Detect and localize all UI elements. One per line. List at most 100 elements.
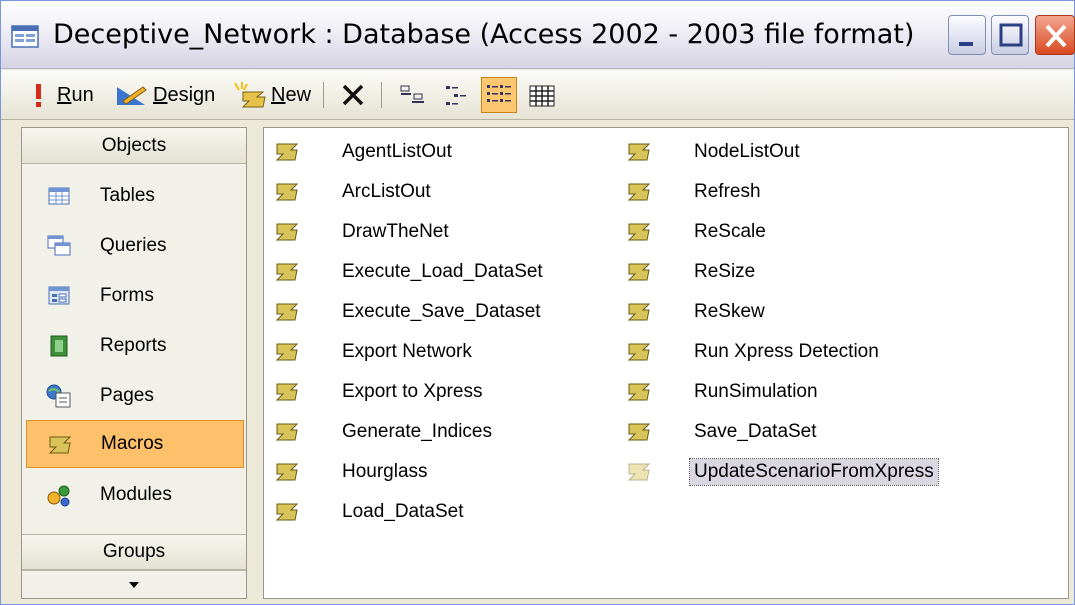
list-view-button[interactable] (481, 77, 517, 113)
macro-icon (628, 383, 650, 401)
macro-icon (628, 183, 650, 201)
delete-icon (342, 84, 364, 106)
list-item[interactable]: Load_DataSet (276, 494, 468, 530)
database-window-icon (11, 25, 39, 48)
objects-item-label: Modules (100, 484, 172, 505)
new-label-accel: N (271, 83, 286, 106)
large-icons-view-button[interactable] (395, 77, 431, 113)
form-icon (48, 286, 70, 305)
title-bar[interactable]: Deceptive_Network : Database (Access 200… (1, 1, 1075, 69)
macro-label: Generate_Indices (342, 421, 492, 442)
list-item[interactable]: ReSkew (628, 294, 769, 330)
design-label-accel: D (153, 83, 168, 106)
run-button[interactable]: Run (31, 70, 94, 120)
list-item[interactable]: ArcListOut (276, 174, 435, 210)
macro-icon (628, 143, 650, 161)
groups-header[interactable]: Groups (22, 534, 246, 570)
list-item[interactable]: Export Network (276, 334, 476, 370)
macro-label: Run Xpress Detection (694, 341, 879, 362)
macro-icon (276, 463, 298, 481)
objects-item-queries[interactable]: Queries (26, 222, 244, 270)
macro-icon (276, 263, 298, 281)
macro-label: AgentListOut (342, 141, 452, 162)
list-item-focused[interactable]: UpdateScenarioFromXpress (628, 454, 939, 490)
objects-item-label: Macros (101, 433, 164, 454)
design-button[interactable]: Design (115, 70, 215, 120)
query-icon (47, 235, 71, 256)
list-item[interactable]: RunSimulation (628, 374, 822, 410)
macro-list-pane: AgentListOut ArcListOut DrawTheNet Execu… (263, 127, 1069, 599)
groups-scroll-down[interactable] (22, 570, 246, 598)
objects-item-label: Queries (100, 235, 167, 256)
macro-label: NodeListOut (694, 141, 800, 162)
list-item[interactable]: Save_DataSet (628, 414, 821, 450)
macro-label: ReSize (694, 261, 756, 282)
macro-label: ReScale (694, 221, 766, 242)
small-icons-icon (446, 86, 466, 105)
macro-label: Refresh (694, 181, 761, 202)
objects-item-forms[interactable]: Forms (26, 272, 244, 320)
objects-item-reports[interactable]: Reports (26, 322, 244, 370)
list-item[interactable]: Generate_Indices (276, 414, 496, 450)
list-item[interactable]: NodeListOut (628, 134, 804, 170)
module-icon (47, 485, 70, 507)
macro-icon (276, 223, 298, 241)
macro-label: Execute_Load_DataSet (342, 261, 543, 282)
macro-icon (48, 436, 72, 454)
report-icon (50, 335, 68, 357)
design-label: esign (167, 83, 216, 106)
list-item[interactable]: Run Xpress Detection (628, 334, 883, 370)
list-item[interactable]: Execute_Save_Dataset (276, 294, 545, 330)
maximize-icon (999, 23, 1023, 47)
close-button[interactable] (1035, 15, 1075, 55)
macro-label: Save_DataSet (694, 421, 817, 442)
small-icons-view-button[interactable] (439, 77, 475, 113)
objects-item-macros[interactable]: Macros (26, 420, 244, 468)
delete-button[interactable] (335, 77, 371, 113)
macro-icon (628, 223, 650, 241)
toolbar-separator (381, 82, 382, 108)
macro-icon (276, 383, 298, 401)
list-item[interactable]: DrawTheNet (276, 214, 453, 250)
macro-icon (628, 263, 650, 281)
list-item[interactable]: ReScale (628, 214, 770, 250)
list-item[interactable]: Hourglass (276, 454, 432, 490)
new-button[interactable]: New (233, 70, 311, 120)
page-icon (46, 384, 71, 408)
list-item[interactable]: ReSize (628, 254, 759, 290)
macro-icon (276, 303, 298, 321)
run-label-accel: R (57, 83, 72, 106)
maximize-button[interactable] (991, 15, 1029, 55)
new-label: ew (285, 83, 312, 106)
design-icon (117, 86, 147, 105)
macro-icon (628, 343, 650, 361)
objects-item-modules[interactable]: Modules (26, 471, 244, 519)
macro-icon (628, 303, 650, 321)
list-item[interactable]: Execute_Load_DataSet (276, 254, 547, 290)
objects-pane: Objects Tables Queries Forms Reports Pag… (21, 127, 247, 599)
objects-item-label: Tables (100, 185, 155, 206)
macro-label: UpdateScenarioFromXpress (689, 458, 939, 486)
macro-label: Execute_Save_Dataset (342, 301, 541, 322)
run-label: un (71, 83, 94, 106)
macro-icon (276, 143, 298, 161)
details-view-icon (529, 85, 555, 107)
list-item[interactable]: Refresh (628, 174, 765, 210)
objects-item-label: Pages (100, 385, 154, 406)
macro-label: Load_DataSet (342, 501, 464, 522)
details-view-button[interactable] (523, 77, 559, 113)
macro-label: Export Network (342, 341, 472, 362)
objects-item-tables[interactable]: Tables (26, 172, 244, 220)
toolbar: Run Design New (1, 70, 1074, 120)
macro-icon (276, 183, 298, 201)
objects-item-pages[interactable]: Pages (26, 372, 244, 420)
large-icons-icon (400, 85, 424, 103)
macro-icon (276, 343, 298, 361)
list-item[interactable]: Export to Xpress (276, 374, 486, 410)
minimize-button[interactable] (948, 15, 986, 55)
macro-icon (628, 423, 650, 441)
list-view-icon (487, 85, 511, 102)
objects-header[interactable]: Objects (22, 128, 246, 164)
chevron-down-icon (129, 581, 139, 588)
list-item[interactable]: AgentListOut (276, 134, 456, 170)
